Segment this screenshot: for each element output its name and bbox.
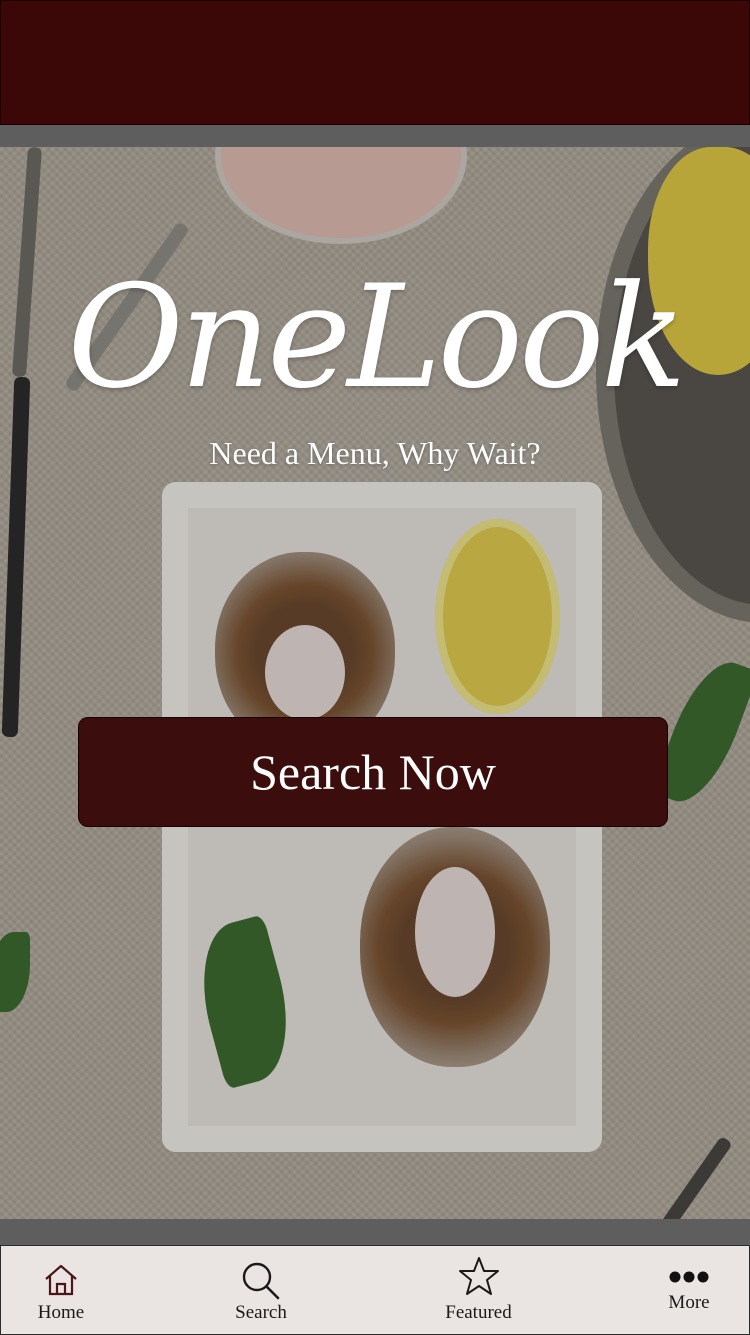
tab-search[interactable]: Search <box>221 1246 301 1334</box>
app-tagline: Need a Menu, Why Wait? <box>209 435 541 471</box>
home-icon <box>43 1263 79 1303</box>
tab-home[interactable]: Home <box>21 1246 101 1334</box>
app-title: OneLook <box>67 255 686 420</box>
star-icon <box>458 1255 500 1303</box>
tab-home-label: Home <box>37 1302 85 1323</box>
search-now-button[interactable]: Search Now <box>78 717 668 827</box>
tab-more-label: More <box>668 1292 710 1313</box>
hero-image: OneLook Need a Menu, Why Wait? <box>0 147 750 1219</box>
top-header-bar <box>0 0 750 125</box>
tab-more[interactable]: More <box>651 1246 727 1334</box>
more-dots-icon <box>669 1268 709 1290</box>
tab-featured-label: Featured <box>445 1302 512 1323</box>
tab-featured[interactable]: Featured <box>431 1246 526 1334</box>
bottom-tab-bar: Home Search Featured More <box>0 1245 750 1335</box>
search-icon <box>241 1261 281 1307</box>
tab-search-label: Search <box>235 1302 287 1323</box>
